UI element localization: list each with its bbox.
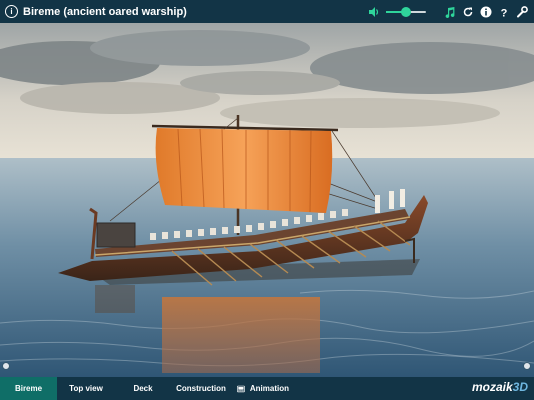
- bottom-tab-bar: Bireme Top view Deck Construction Animat…: [0, 377, 534, 400]
- tab-animation-label: Animation: [249, 384, 289, 393]
- settings-icon[interactable]: [516, 5, 528, 18]
- deck-cabin: [96, 222, 136, 248]
- tab-top-view[interactable]: Top view: [57, 377, 115, 400]
- mozaik-logo: mozaik3D: [471, 380, 528, 394]
- music-icon[interactable]: [444, 6, 456, 18]
- volume-icon[interactable]: [368, 6, 380, 18]
- video-icon: [237, 385, 245, 392]
- scene-viewport[interactable]: [0, 23, 534, 377]
- help-icon[interactable]: ?: [498, 6, 510, 18]
- info-circle-icon[interactable]: [480, 6, 492, 18]
- volume-slider[interactable]: [386, 6, 426, 18]
- tab-animation[interactable]: Animation: [231, 377, 295, 400]
- volume-slider-knob[interactable]: [401, 6, 411, 17]
- right-handle-dot[interactable]: [523, 362, 531, 370]
- svg-text:?: ?: [501, 7, 508, 18]
- page-title: Bireme (ancient oared warship): [23, 5, 187, 18]
- tab-construction[interactable]: Construction: [171, 377, 231, 400]
- top-controls: ?: [368, 0, 528, 23]
- bireme-scene: [0, 23, 534, 377]
- left-handle-dot[interactable]: [2, 362, 10, 370]
- tab-deck[interactable]: Deck: [115, 377, 171, 400]
- top-bar: i Bireme (ancient oared warship) ?: [0, 0, 534, 23]
- reset-icon[interactable]: [462, 6, 474, 18]
- tab-bireme[interactable]: Bireme: [0, 377, 57, 400]
- info-icon[interactable]: i: [5, 5, 18, 18]
